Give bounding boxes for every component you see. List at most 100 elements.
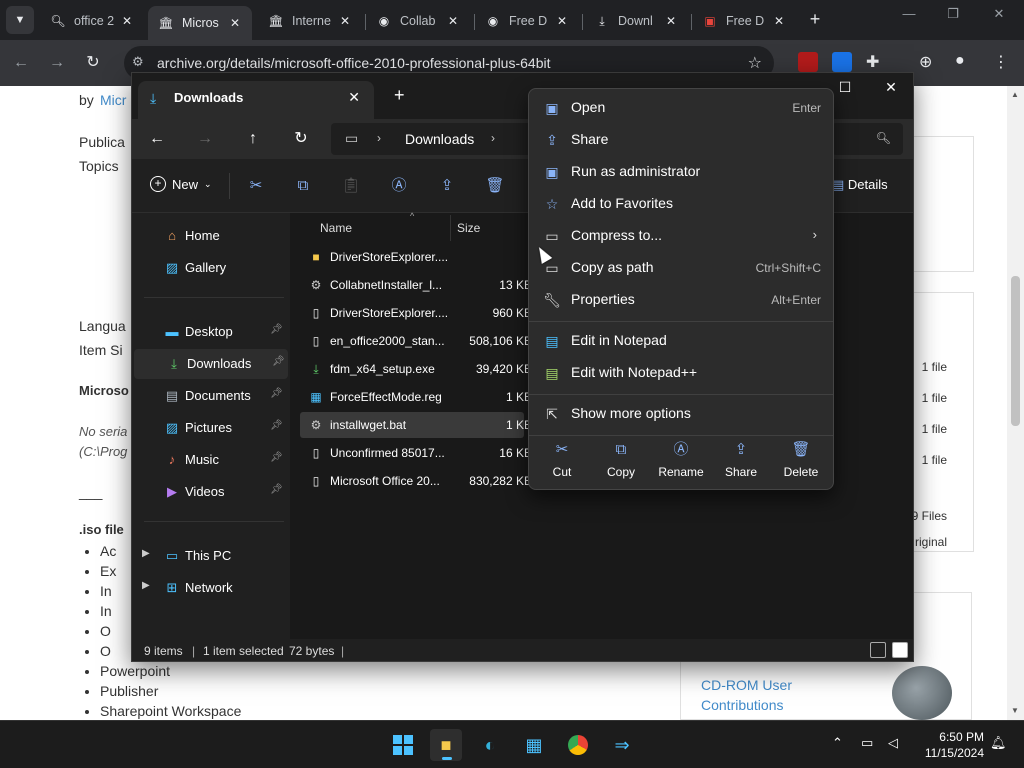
forward-button[interactable]: → bbox=[46, 52, 68, 74]
close-icon[interactable]: ✕ bbox=[770, 14, 788, 28]
collection-link[interactable]: Contributions bbox=[701, 697, 784, 713]
downloads-icon[interactable]: ⊕ bbox=[919, 52, 939, 72]
collection-thumbnail[interactable] bbox=[892, 666, 952, 720]
close-icon[interactable]: ✕ bbox=[553, 14, 571, 28]
breadcrumb-item[interactable]: Downloads bbox=[405, 131, 474, 147]
close-icon[interactable]: ✕ bbox=[226, 16, 244, 30]
pin-icon[interactable]: 📌︎ bbox=[270, 324, 283, 335]
extension-icon[interactable] bbox=[798, 52, 818, 72]
extensions-puzzle-icon[interactable]: ✚ bbox=[866, 52, 886, 72]
search-input[interactable]: 🔍︎ bbox=[832, 123, 903, 155]
author-link[interactable]: Micr bbox=[100, 92, 126, 108]
quick-share-button[interactable]: ⇪ Share bbox=[711, 441, 771, 485]
close-icon[interactable]: ✕ bbox=[662, 14, 680, 28]
minimize-button[interactable]: — bbox=[886, 6, 932, 28]
forward-button[interactable]: → bbox=[193, 127, 217, 151]
explorer-tab[interactable]: ⤓ Downloads ✕ bbox=[138, 81, 374, 119]
close-icon[interactable]: ✕ bbox=[118, 14, 136, 28]
file-row[interactable]: ⤓ fdm_x64_setup.exe 39,420 KB bbox=[300, 356, 532, 382]
tiles-view-button[interactable] bbox=[892, 642, 908, 658]
chevron-right-icon[interactable]: › bbox=[377, 131, 381, 145]
volume-muted-icon[interactable]: ◁ bbox=[888, 735, 898, 751]
quick-cut-button[interactable]: ✂ Cut bbox=[532, 441, 592, 485]
menu-item-compress[interactable]: ▭ Compress to... › bbox=[533, 221, 831, 251]
close-icon[interactable]: ✕ bbox=[348, 89, 360, 106]
file-row[interactable]: ■ DriverStoreExplorer.... bbox=[300, 244, 524, 270]
quick-delete-button[interactable]: 🗑︎ Delete bbox=[771, 441, 831, 485]
menu-icon[interactable]: ⋮ bbox=[993, 52, 1013, 72]
page-scrollbar[interactable]: ▲ ▼ bbox=[1007, 86, 1024, 720]
new-button[interactable]: + New ⌄ bbox=[150, 176, 212, 192]
paste-button[interactable]: 📋︎ bbox=[339, 174, 363, 198]
browser-tab-5[interactable]: ◉ Free D ✕ bbox=[475, 6, 579, 36]
bookmark-star-icon[interactable]: ☆ bbox=[748, 53, 762, 73]
collection-link[interactable]: CD-ROM User bbox=[701, 677, 792, 693]
quick-copy-button[interactable]: ⧉ Copy bbox=[591, 441, 651, 485]
pin-icon[interactable]: 📌︎ bbox=[272, 356, 285, 367]
nav-item-this-pc[interactable]: ▶ ▭ This PC bbox=[132, 541, 286, 571]
menu-item-properties[interactable]: 🔧︎ Properties Alt+Enter bbox=[533, 285, 831, 315]
all-files-link[interactable]: 9 Files bbox=[912, 509, 947, 523]
file-row[interactable]: ▯ Unconfirmed 85017... 16 KB bbox=[300, 440, 532, 466]
column-header-name[interactable]: ^ Name bbox=[320, 211, 450, 243]
nav-item-music[interactable]: ♪ Music 📌︎ bbox=[132, 445, 286, 475]
new-tab-button[interactable]: + bbox=[804, 9, 826, 31]
copy-button[interactable]: ⧉ bbox=[291, 174, 315, 198]
menu-item-add-favorites[interactable]: ☆ Add to Favorites bbox=[533, 189, 831, 219]
site-info-icon[interactable]: ⚙ bbox=[132, 54, 144, 70]
nav-item-desktop[interactable]: ▬ Desktop 📌︎ bbox=[132, 317, 286, 347]
file-count[interactable]: 1 file bbox=[922, 453, 947, 467]
file-count[interactable]: 1 file bbox=[922, 422, 947, 436]
up-button[interactable]: ↑ bbox=[241, 127, 265, 151]
file-count[interactable]: 1 file bbox=[922, 360, 947, 374]
menu-item-edit-notepadpp[interactable]: ▤ Edit with Notepad++ bbox=[533, 358, 831, 388]
details-view-button[interactable] bbox=[870, 642, 886, 658]
taskbar-store[interactable]: ▦ bbox=[518, 729, 550, 761]
scroll-up-icon[interactable]: ▲ bbox=[1011, 90, 1019, 99]
menu-item-run-as-admin[interactable]: ▣ Run as administrator bbox=[533, 157, 831, 187]
new-explorer-tab-button[interactable]: + bbox=[394, 85, 405, 106]
details-pane-button[interactable]: ▤ Details bbox=[832, 177, 888, 193]
refresh-button[interactable]: ↻ bbox=[289, 127, 313, 151]
close-icon[interactable]: ✕ bbox=[444, 14, 462, 28]
nav-item-videos[interactable]: ▶ Videos 📌︎ bbox=[132, 477, 286, 507]
browser-tab-6[interactable]: ⤓ Downl ✕ bbox=[584, 6, 688, 36]
delete-button[interactable]: 🗑︎ bbox=[483, 174, 507, 198]
menu-item-copy-path[interactable]: ▭ Copy as path Ctrl+Shift+C bbox=[533, 253, 831, 283]
nav-item-documents[interactable]: ▤ Documents 📌︎ bbox=[132, 381, 286, 411]
menu-item-open[interactable]: ▣ Open Enter bbox=[533, 93, 831, 123]
system-clock[interactable]: 6:50 PM 11/15/2024 bbox=[922, 729, 984, 761]
share-button[interactable]: ⇪ bbox=[435, 174, 459, 198]
maximize-button[interactable]: ☐ bbox=[830, 79, 860, 96]
notification-bell-icon[interactable]: 🔔︎ bbox=[990, 735, 1007, 751]
tab-search-button[interactable]: ▼ bbox=[6, 6, 34, 34]
taskbar-chrome[interactable] bbox=[562, 729, 594, 761]
nav-item-downloads[interactable]: ⤓ Downloads 📌︎ bbox=[134, 349, 288, 379]
pin-icon[interactable]: 📌︎ bbox=[270, 388, 283, 399]
reload-button[interactable]: ↻ bbox=[82, 52, 104, 74]
close-window-button[interactable]: ✕ bbox=[976, 6, 1022, 28]
back-button[interactable]: ← bbox=[10, 52, 32, 74]
file-row[interactable]: ⚙ CollabnetInstaller_l... 13 KB bbox=[300, 272, 532, 298]
scroll-thumb[interactable] bbox=[1011, 276, 1020, 426]
file-row[interactable]: ▯ Microsoft Office 20... 830,282 KB bbox=[300, 468, 532, 494]
nav-item-gallery[interactable]: ▨ Gallery bbox=[132, 253, 286, 283]
menu-item-show-more[interactable]: ⇱ Show more options bbox=[533, 399, 831, 429]
file-row[interactable]: ▯ en_office2000_stan... 508,106 KB bbox=[300, 328, 532, 354]
close-window-button[interactable]: ✕ bbox=[876, 79, 906, 96]
file-row[interactable]: ▦ ForceEffectMode.reg 1 KB bbox=[300, 384, 532, 410]
quick-rename-button[interactable]: Ⓐ Rename bbox=[651, 441, 711, 485]
original-link[interactable]: riginal bbox=[915, 535, 947, 549]
browser-tab-2[interactable]: 🏛︎ Micros ✕ bbox=[148, 6, 252, 40]
path-breadcrumb[interactable]: ▭ › Downloads › bbox=[331, 123, 545, 155]
file-row[interactable]: ▯ DriverStoreExplorer.... 960 KB bbox=[300, 300, 532, 326]
scroll-down-icon[interactable]: ▼ bbox=[1011, 706, 1019, 715]
display-icon[interactable]: ▭ bbox=[861, 735, 873, 751]
taskbar-file-explorer[interactable]: ■ bbox=[430, 729, 462, 761]
restore-button[interactable]: ❐ bbox=[930, 6, 976, 28]
pin-icon[interactable]: 📌︎ bbox=[270, 420, 283, 431]
start-button[interactable] bbox=[387, 729, 419, 761]
back-button[interactable]: ← bbox=[145, 127, 169, 151]
rename-button[interactable]: Ⓐ bbox=[387, 174, 411, 198]
browser-tab-3[interactable]: 🏛︎ Interne ✕ bbox=[258, 6, 362, 36]
